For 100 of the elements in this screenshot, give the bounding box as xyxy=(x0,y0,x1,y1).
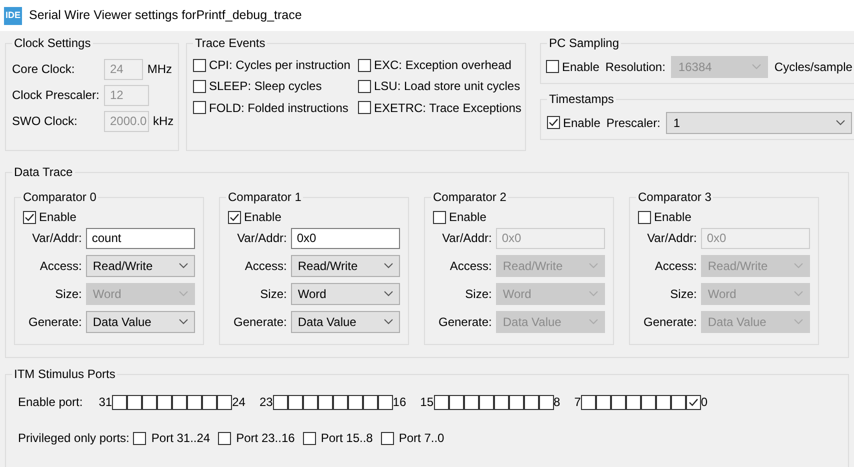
checkbox[interactable] xyxy=(272,395,288,410)
checkbox-label[interactable]: Enable xyxy=(39,210,76,224)
chevron-down-icon xyxy=(179,263,188,270)
checkbox[interactable] xyxy=(288,395,303,410)
dropdown[interactable]: Read/Write xyxy=(86,255,195,278)
port-number: 23 xyxy=(259,395,273,410)
checkbox-label[interactable]: SLEEP: Sleep cycles xyxy=(209,79,322,94)
checkbox[interactable] xyxy=(133,432,146,445)
checkbox-label[interactable]: Enable xyxy=(562,60,600,74)
field-label: Access: xyxy=(448,259,492,274)
checkbox[interactable] xyxy=(127,395,142,410)
unit-label: Cycles/sample xyxy=(774,60,852,74)
checkbox-label[interactable]: EXC: Exception overhead xyxy=(374,58,512,72)
field-label: Var/Addr: xyxy=(236,231,287,246)
checkbox[interactable] xyxy=(23,210,36,224)
group-title: Clock Settings xyxy=(12,36,93,50)
checkbox[interactable] xyxy=(193,101,206,114)
checkbox[interactable] xyxy=(656,395,671,410)
checkbox[interactable] xyxy=(508,395,524,410)
app-icon: IDE xyxy=(4,6,22,24)
checkbox[interactable] xyxy=(464,395,479,410)
checkbox[interactable] xyxy=(670,395,686,410)
checkbox[interactable] xyxy=(433,210,446,224)
checkbox-label[interactable]: Port 15..8 xyxy=(320,431,373,446)
checkbox[interactable] xyxy=(546,60,559,74)
checkbox-label[interactable]: LSU: Load store unit cycles xyxy=(374,79,520,94)
checkbox[interactable] xyxy=(448,395,464,410)
checkbox[interactable] xyxy=(524,395,539,410)
checkbox[interactable] xyxy=(686,395,701,410)
checkbox[interactable] xyxy=(217,395,232,410)
chevron-down-icon xyxy=(384,319,393,326)
checkbox-label[interactable]: Port 23..16 xyxy=(236,431,295,446)
checkbox[interactable] xyxy=(318,395,333,410)
checkbox[interactable] xyxy=(228,210,241,224)
checkbox-label[interactable]: Port 7..0 xyxy=(398,431,444,446)
dropdown[interactable]: Data Value xyxy=(290,311,400,334)
checkbox[interactable] xyxy=(358,101,371,114)
checkbox[interactable] xyxy=(302,432,316,445)
checkbox[interactable] xyxy=(362,395,378,410)
checkmark-icon xyxy=(229,212,240,223)
group-title: Timestamps xyxy=(547,92,616,106)
checkbox[interactable] xyxy=(494,395,509,410)
checkbox[interactable] xyxy=(547,116,560,130)
dropdown[interactable]: Data Value xyxy=(86,311,195,334)
field-label: Generate: xyxy=(27,315,82,330)
checkbox[interactable] xyxy=(218,432,232,445)
field-label: Enable port: xyxy=(18,395,83,410)
port-number: 7 xyxy=(574,395,581,410)
checkbox-label[interactable]: EXETRC: Trace Exceptions xyxy=(374,100,522,116)
checkbox[interactable] xyxy=(640,395,656,410)
checkbox-label[interactable]: Enable xyxy=(449,210,486,224)
checkbox[interactable] xyxy=(202,395,218,410)
checkbox[interactable] xyxy=(596,395,611,410)
checkbox-label[interactable]: CPI: Cycles per instruction xyxy=(209,58,350,72)
checkbox-label[interactable]: Enable xyxy=(654,210,692,224)
checkbox[interactable] xyxy=(358,80,371,94)
checkbox-label[interactable]: Enable xyxy=(563,116,600,130)
checkbox[interactable] xyxy=(610,395,626,410)
field-label: Size: xyxy=(464,287,492,302)
checkbox[interactable] xyxy=(638,210,651,224)
checkbox[interactable] xyxy=(332,395,348,410)
group-title: Comparator 0 xyxy=(21,190,98,204)
text-field[interactable]: 0x0 xyxy=(290,228,400,249)
checkbox[interactable] xyxy=(187,395,202,410)
field-label: Core Clock: xyxy=(12,62,76,76)
dropdown[interactable]: 1 xyxy=(666,112,852,134)
checkbox[interactable] xyxy=(172,395,188,410)
checkbox[interactable] xyxy=(580,395,596,410)
chevron-down-icon xyxy=(794,291,803,298)
checkbox[interactable] xyxy=(434,395,449,410)
checkbox[interactable] xyxy=(112,395,128,410)
checkbox-label[interactable]: Enable xyxy=(244,210,282,224)
text-field[interactable]: count xyxy=(86,228,195,249)
group-title: ITM Stimulus Ports xyxy=(12,367,118,382)
checkbox[interactable] xyxy=(478,395,494,410)
checkbox[interactable] xyxy=(380,432,394,445)
chevron-down-icon xyxy=(836,120,846,126)
field-label: Generate: xyxy=(437,315,492,330)
checkbox[interactable] xyxy=(193,80,206,94)
checkbox[interactable] xyxy=(193,58,206,72)
chevron-down-icon xyxy=(384,263,393,270)
checkbox[interactable] xyxy=(157,395,172,410)
checkbox[interactable] xyxy=(348,395,363,410)
checkbox[interactable] xyxy=(302,395,318,410)
checkbox[interactable] xyxy=(378,395,393,410)
checkbox[interactable] xyxy=(142,395,158,410)
port-number: 0 xyxy=(700,395,708,410)
checkbox-label[interactable]: Port 31..24 xyxy=(151,431,210,446)
field-label: Size: xyxy=(669,287,697,302)
field-label: Generate: xyxy=(642,315,697,330)
checkbox[interactable] xyxy=(626,395,641,410)
port-number: 8 xyxy=(554,395,560,410)
checkbox[interactable] xyxy=(358,58,371,72)
unit-label: MHz xyxy=(147,62,172,76)
checkbox[interactable] xyxy=(538,395,554,410)
dropdown[interactable]: Word xyxy=(290,283,400,306)
field-label: Var/Addr: xyxy=(646,231,697,246)
checkbox-label[interactable]: FOLD: Folded instructions xyxy=(209,100,348,116)
field-label: Var/Addr: xyxy=(31,231,82,246)
dropdown[interactable]: Read/Write xyxy=(290,255,400,278)
